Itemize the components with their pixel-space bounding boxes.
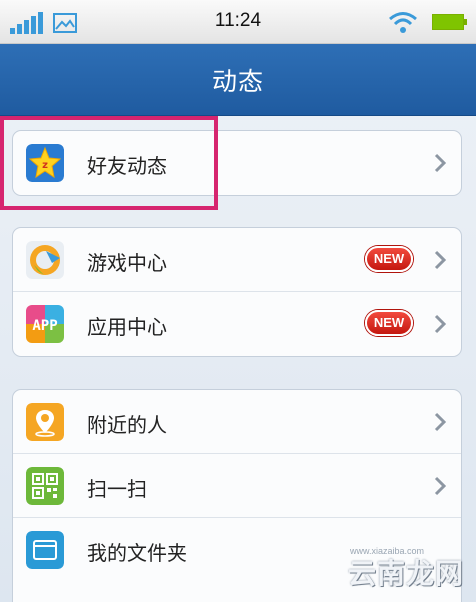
menu-item-nearby-people[interactable]: 附近的人 xyxy=(13,390,461,454)
menu-item-game-center[interactable]: 游戏中心 NEW xyxy=(13,228,461,292)
chevron-right-icon xyxy=(434,412,447,432)
menu-item-label: 附近的人 xyxy=(87,413,167,437)
page-title: 动态 xyxy=(211,67,264,96)
qr-code-icon xyxy=(26,467,64,505)
app-center-icon: APP xyxy=(26,305,64,343)
title-bar: 动态 xyxy=(0,44,476,116)
location-pin-icon xyxy=(26,403,64,441)
menu-item-scan[interactable]: 扫一扫 xyxy=(13,454,461,518)
battery-icon xyxy=(432,14,467,30)
folder-icon xyxy=(26,531,64,569)
highlight-box xyxy=(0,116,218,210)
chevron-right-icon xyxy=(434,153,447,173)
menu-item-label: 应用中心 xyxy=(87,315,167,339)
menu-item-label: 扫一扫 xyxy=(87,477,147,501)
chevron-right-icon xyxy=(434,314,447,334)
new-badge: NEW xyxy=(365,246,413,272)
menu-item-label: 游戏中心 xyxy=(87,251,167,275)
game-center-icon xyxy=(26,241,64,279)
chevron-right-icon xyxy=(434,250,447,270)
watermark: 云南龙网 xyxy=(347,557,464,590)
new-badge: NEW xyxy=(365,310,413,336)
app-icon-text: APP xyxy=(32,318,57,334)
menu-item-app-center[interactable]: APP 应用中心 NEW xyxy=(13,292,461,356)
chevron-right-icon xyxy=(434,476,447,496)
wifi-icon xyxy=(389,12,417,33)
status-bar: 11:24 xyxy=(0,0,476,44)
menu-group-center: 游戏中心 NEW APP 应用中心 NEW xyxy=(12,227,462,357)
menu-item-label: 我的文件夹 xyxy=(87,541,187,565)
